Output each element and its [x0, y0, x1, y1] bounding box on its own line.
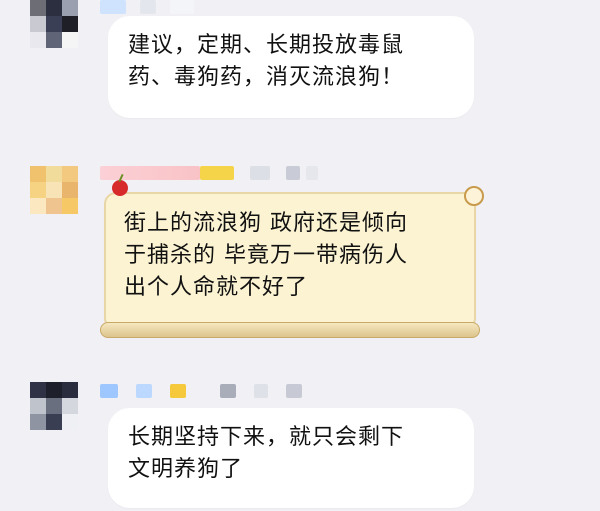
message-text-line: 出个人命就不好了	[124, 275, 309, 300]
cherry-icon	[112, 180, 128, 196]
chat-message: 建议，定期、长期投放毒鼠 药、毒狗药，消灭流浪狗！	[0, 0, 600, 140]
avatar[interactable]	[30, 382, 78, 430]
message-text-line: 长期坚持下来，就只会剩下	[128, 425, 405, 450]
sender-name	[100, 384, 310, 398]
message-bubble[interactable]: 长期坚持下来，就只会剩下 文明养狗了	[108, 408, 474, 508]
message-bubble[interactable]: 街上的流浪狗 政府还是倾向 于捕杀的 毕竟万一带病伤人 出个人命就不好了	[100, 180, 484, 338]
avatar[interactable]	[30, 0, 78, 48]
sender-name	[100, 166, 320, 180]
message-text-line: 于捕杀的 毕竟万一带病伤人	[124, 243, 408, 268]
message-bubble[interactable]: 建议，定期、长期投放毒鼠 药、毒狗药，消灭流浪狗！	[108, 16, 474, 118]
message-text-line: 街上的流浪狗 政府还是倾向	[124, 211, 408, 236]
message-text-line: 药、毒狗药，消灭流浪狗！	[128, 65, 405, 90]
message-text-line: 文明养狗了	[128, 457, 244, 482]
chat-message: 长期坚持下来，就只会剩下 文明养狗了	[0, 380, 600, 511]
message-text-line: 建议，定期、长期投放毒鼠	[128, 33, 405, 58]
bubble-bottom-border	[100, 322, 480, 338]
avatar[interactable]	[30, 166, 78, 214]
sender-name	[100, 0, 210, 14]
bubble-decoration-icon	[464, 186, 484, 206]
chat-message: 街上的流浪狗 政府还是倾向 于捕杀的 毕竟万一带病伤人 出个人命就不好了	[0, 160, 600, 340]
